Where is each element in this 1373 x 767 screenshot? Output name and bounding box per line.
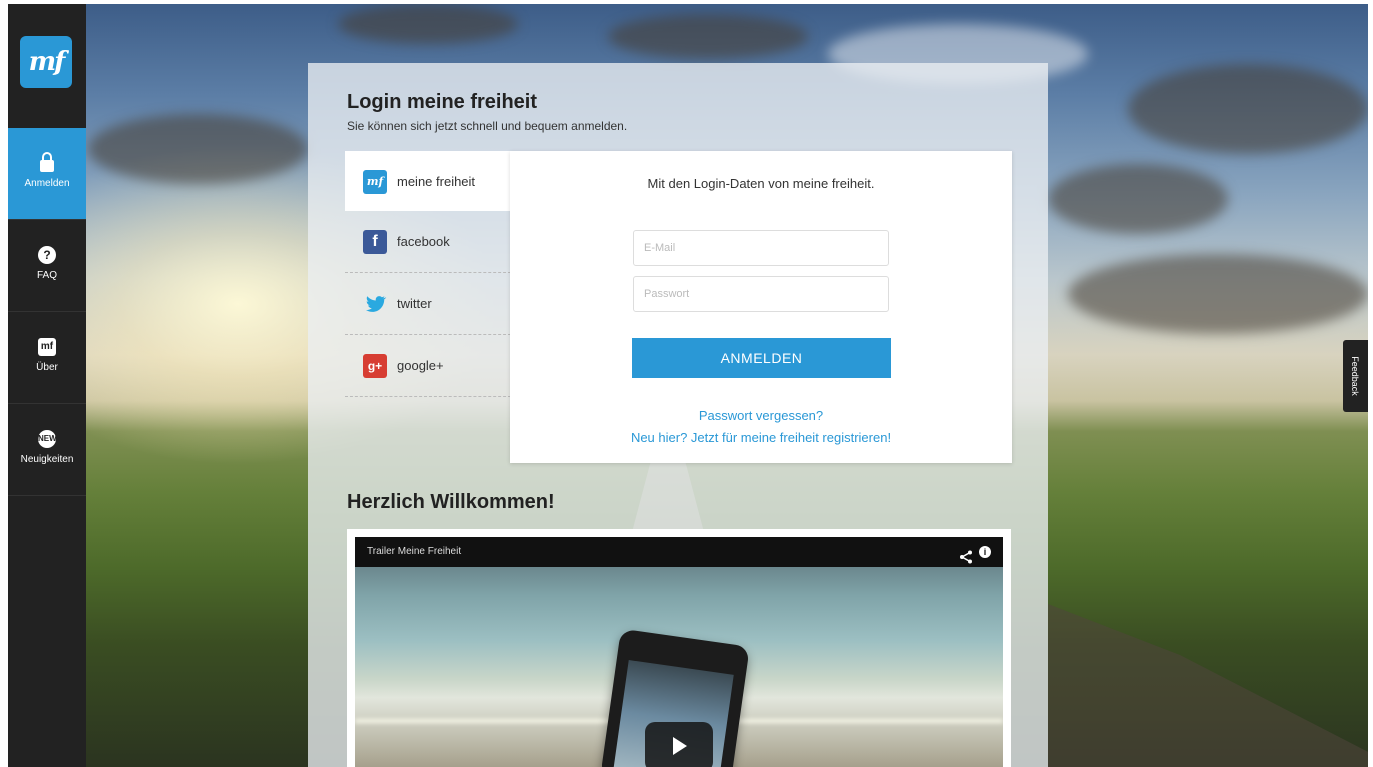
- logo[interactable]: mf: [20, 36, 72, 88]
- lock-icon: [40, 152, 54, 172]
- twitter-icon: [363, 292, 387, 316]
- tab-twitter[interactable]: twitter: [345, 273, 511, 335]
- info-icon[interactable]: i: [979, 546, 991, 558]
- news-badge-icon: NEW: [38, 430, 57, 448]
- sidebar: mf Anmelden ? FAQ mf Über NEW Neuigkeite…: [8, 4, 86, 767]
- sidebar-item-neuigkeiten[interactable]: NEW Neuigkeiten: [8, 404, 86, 496]
- page-subtitle: Sie können sich jetzt schnell und bequem…: [347, 119, 628, 133]
- login-provider-tabs: mf meine freiheit f facebook twitter g+ …: [345, 151, 511, 406]
- video-title[interactable]: Trailer Meine Freiheit: [367, 546, 461, 557]
- google-plus-icon: g+: [363, 354, 387, 378]
- login-heading: Mit den Login-Daten von meine freiheit.: [647, 176, 875, 191]
- register-link[interactable]: Neu hier? Jetzt für meine freiheit regis…: [510, 430, 1012, 445]
- tab-meine-freiheit[interactable]: mf meine freiheit: [345, 151, 511, 211]
- page-title: Login meine freiheit: [347, 91, 538, 113]
- sidebar-item-label: Über: [36, 362, 58, 373]
- sidebar-item-faq[interactable]: ? FAQ: [8, 220, 86, 312]
- login-form: Mit den Login-Daten von meine freiheit. …: [510, 151, 1012, 463]
- login-button[interactable]: ANMELDEN: [632, 338, 891, 378]
- tab-label: meine freiheit: [397, 174, 476, 189]
- tab-label: twitter: [397, 296, 432, 311]
- feedback-label: Feedback: [1350, 356, 1360, 396]
- tab-label: google+: [397, 358, 444, 373]
- video-embed: Trailer Meine Freiheit i: [347, 529, 1011, 767]
- video-title-bar: Trailer Meine Freiheit i: [355, 537, 1003, 567]
- sidebar-item-label: Neuigkeiten: [20, 454, 74, 465]
- meine-freiheit-icon: mf: [363, 170, 387, 194]
- sidebar-item-label: Anmelden: [24, 178, 70, 189]
- sidebar-item-label: FAQ: [36, 270, 57, 281]
- share-icon[interactable]: [959, 544, 973, 574]
- email-field[interactable]: [633, 230, 889, 266]
- tab-google-plus[interactable]: g+ google+: [345, 335, 511, 397]
- sidebar-item-anmelden[interactable]: Anmelden: [8, 128, 86, 220]
- about-icon: mf: [38, 338, 56, 356]
- login-panel: Login meine freiheit Sie können sich jet…: [308, 63, 1048, 767]
- tab-label: facebook: [397, 234, 450, 249]
- video-player[interactable]: Trailer Meine Freiheit i: [355, 537, 1003, 767]
- password-field[interactable]: [633, 276, 889, 312]
- welcome-heading: Herzlich Willkommen!: [347, 491, 555, 513]
- question-icon: ?: [38, 246, 56, 264]
- tab-facebook[interactable]: f facebook: [345, 211, 511, 273]
- sidebar-item-ueber[interactable]: mf Über: [8, 312, 86, 404]
- forgot-password-link[interactable]: Passwort vergessen?: [510, 408, 1012, 423]
- play-button[interactable]: [645, 722, 713, 767]
- facebook-icon: f: [363, 230, 387, 254]
- feedback-tab[interactable]: Feedback: [1343, 340, 1368, 412]
